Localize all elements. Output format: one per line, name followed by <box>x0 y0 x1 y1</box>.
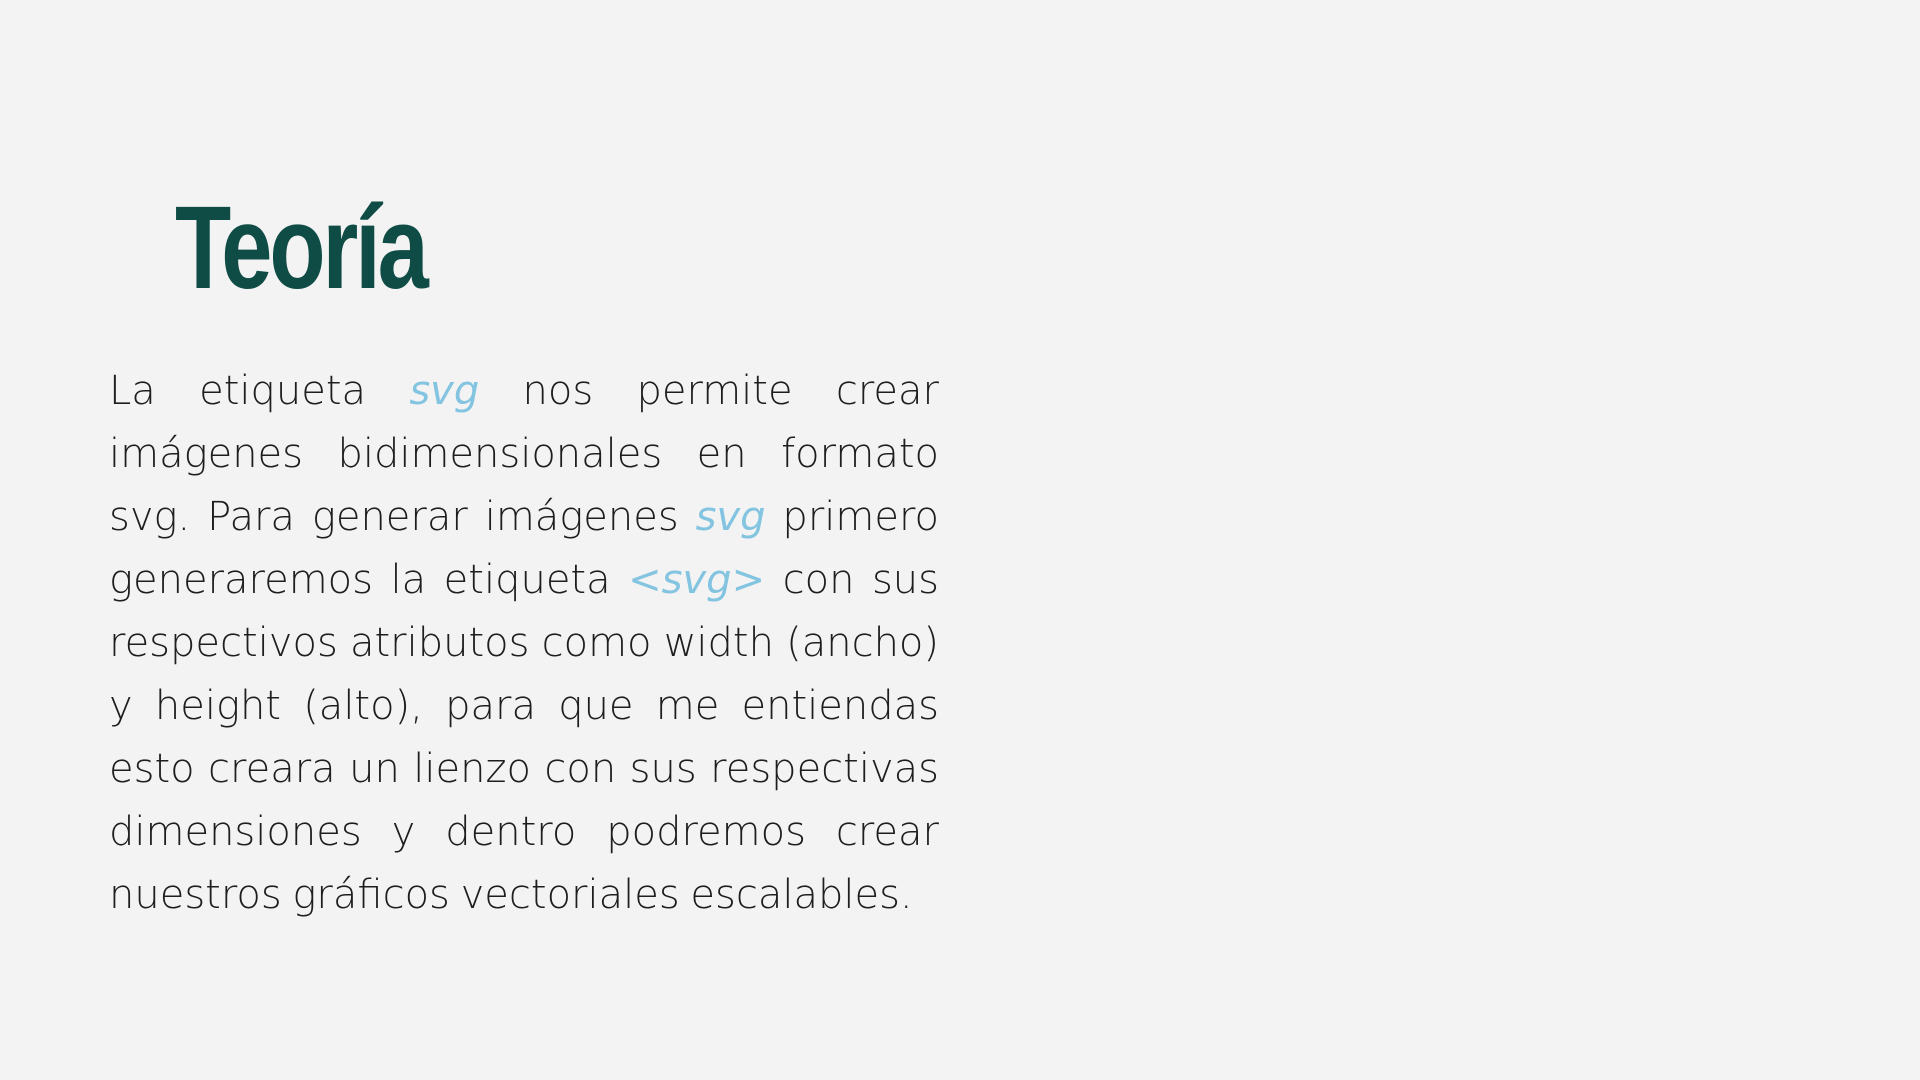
svg-keyword: svg <box>409 368 480 414</box>
svg-tag-keyword: <svg> <box>628 557 766 603</box>
svg-keyword: svg <box>695 494 766 540</box>
paragraph-text: con sus respectivos atributos como width… <box>109 557 939 918</box>
theory-paragraph: La etiqueta svg nos permite crear imágen… <box>109 360 939 927</box>
slide: Teoría La etiqueta svg nos permite crear… <box>0 0 1920 1080</box>
slide-title: Teoría <box>175 182 429 314</box>
paragraph-text: La etiqueta <box>109 368 410 414</box>
